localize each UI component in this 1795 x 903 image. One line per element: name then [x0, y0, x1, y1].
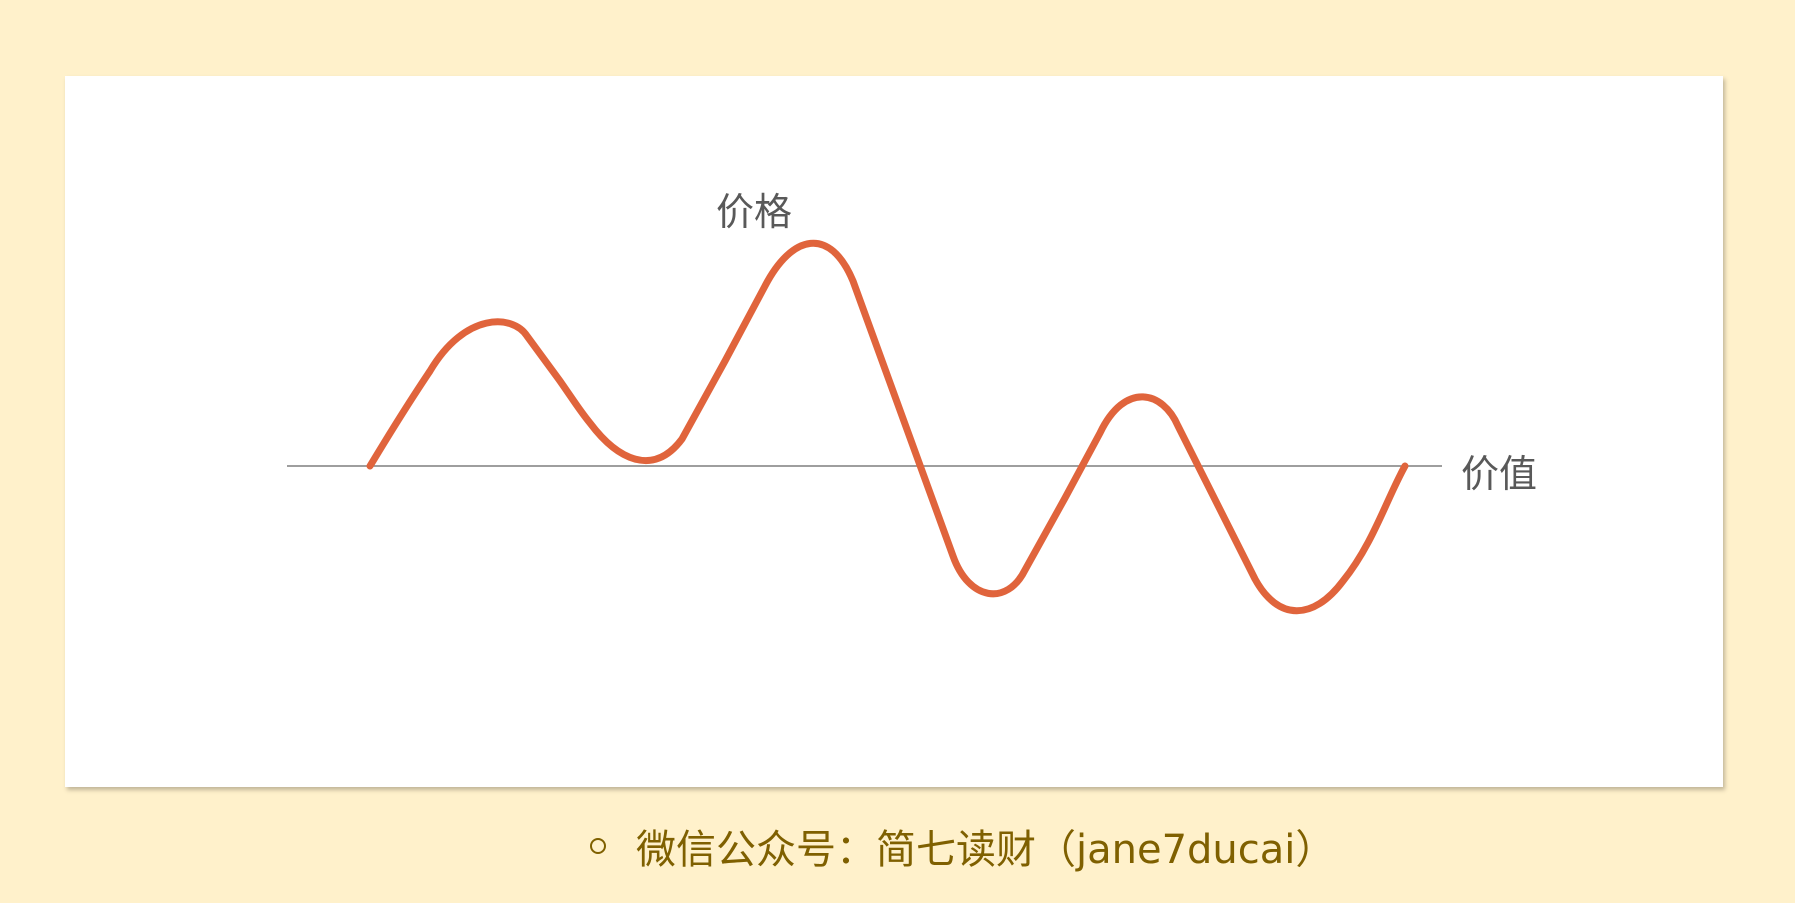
wechat-account-text: 微信公众号：简七读财（jane7ducai） — [636, 827, 1336, 873]
footer-credit: 微信公众号：简七读财（jane7ducai） — [590, 816, 1335, 876]
diagram-card: 价格 价值 — [65, 76, 1723, 787]
price-value-diagram — [287, 239, 1442, 615]
price-label: 价格 — [716, 190, 793, 234]
price-curve — [366, 239, 1409, 615]
hollow-circle-bullet-icon — [590, 838, 606, 854]
value-label: 价值 — [1461, 452, 1538, 496]
